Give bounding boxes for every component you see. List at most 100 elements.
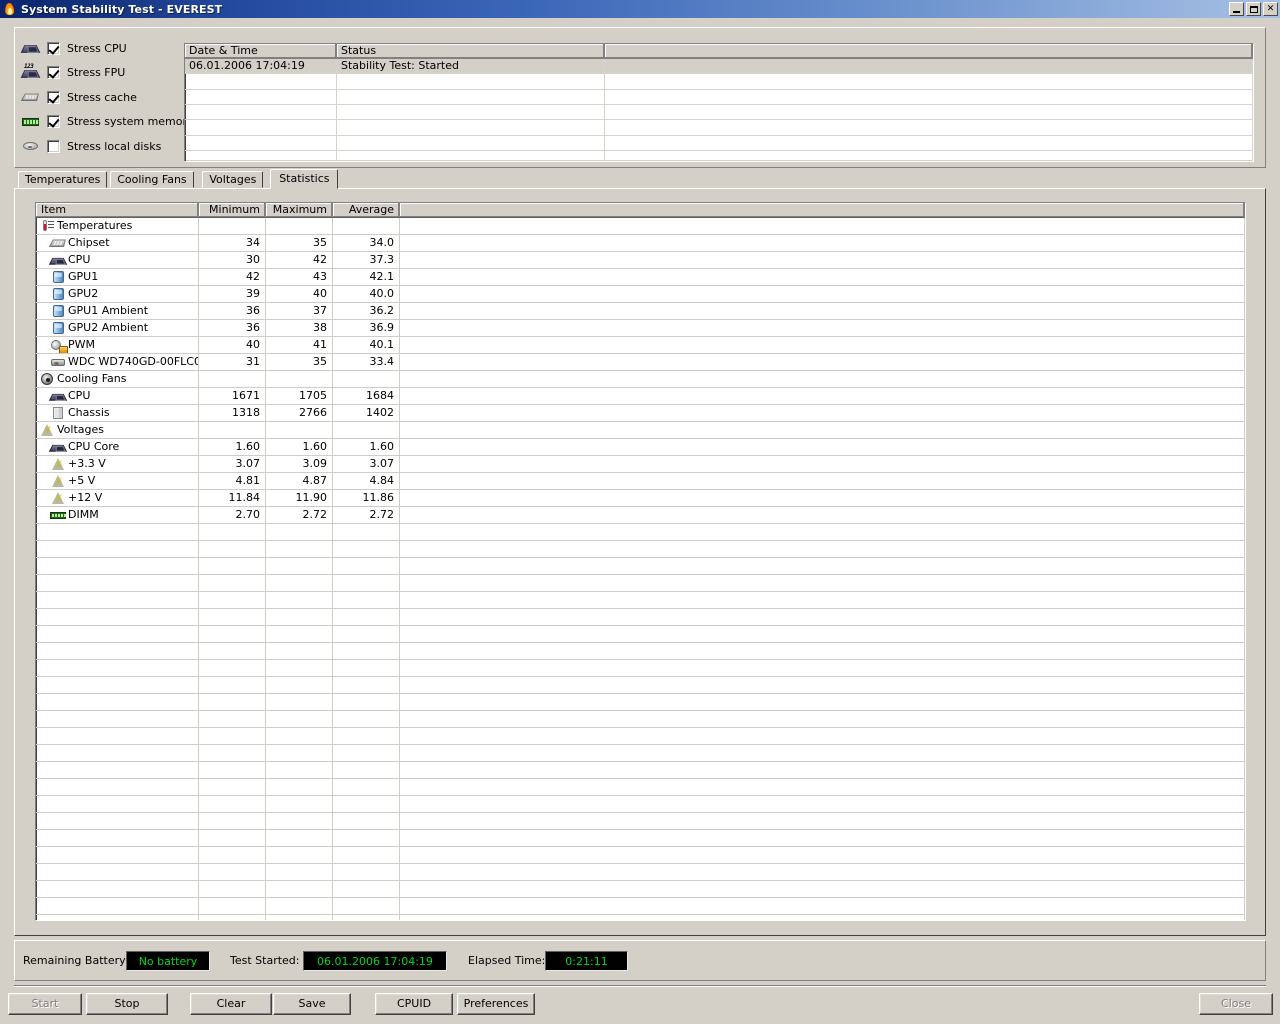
statistics-row[interactable]: GPU2 Ambient 36 38 36.9	[36, 320, 1245, 337]
log-col-blank[interactable]	[605, 44, 1253, 59]
statistics-row-empty[interactable]	[36, 558, 1245, 575]
statistics-row-empty[interactable]	[36, 813, 1245, 830]
stress-option-row[interactable]: Stress cache	[20, 85, 191, 110]
event-log-list[interactable]: Date & Time Status 06.01.2006 17:04:19 St…	[184, 43, 1254, 162]
statistics-cell-average	[333, 864, 400, 881]
statistics-row-empty[interactable]	[36, 898, 1245, 915]
statistics-row[interactable]: ⚡ +3.3 V 3.07 3.09 3.07	[36, 456, 1245, 473]
statistics-row-empty[interactable]	[36, 881, 1245, 898]
log-row-empty[interactable]	[185, 74, 1253, 90]
statistics-row-empty[interactable]	[36, 677, 1245, 694]
tab-voltages[interactable]: Voltages	[202, 171, 264, 188]
statistics-row-empty[interactable]	[36, 745, 1245, 762]
statistics-cell-average	[333, 779, 400, 796]
stress-option-row[interactable]: Stress CPU	[20, 36, 191, 61]
stress-option-checkbox[interactable]	[47, 41, 60, 55]
statistics-row-empty[interactable]	[36, 779, 1245, 796]
statistics-cell-blank	[400, 320, 1245, 337]
statistics-row[interactable]: ⚡ +5 V 4.81 4.87 4.84	[36, 473, 1245, 490]
statistics-cell-average: 33.4	[333, 354, 400, 371]
log-row-empty[interactable]	[185, 89, 1253, 105]
log-col-datetime[interactable]: Date & Time	[185, 44, 337, 59]
statistics-row-empty[interactable]	[36, 694, 1245, 711]
stop-button[interactable]: Stop	[86, 993, 168, 1015]
statistics-row-empty[interactable]	[36, 728, 1245, 745]
statistics-row[interactable]: PWM 40 41 40.1	[36, 337, 1245, 354]
statistics-grid[interactable]: Item Minimum Maximum Average Temperature…	[35, 202, 1246, 921]
minimize-button[interactable]	[1229, 2, 1244, 16]
stress-option-checkbox[interactable]	[47, 90, 60, 104]
gpu-icon	[50, 321, 67, 335]
log-cell-status	[337, 89, 605, 105]
log-row-empty[interactable]	[185, 104, 1253, 121]
statistics-row-empty[interactable]	[36, 541, 1245, 558]
statistics-row[interactable]: GPU1 Ambient 36 37 36.2	[36, 303, 1245, 320]
statistics-row[interactable]: GPU2 39 40 40.0	[36, 286, 1245, 303]
statistics-cell-average	[333, 541, 400, 558]
statistics-row[interactable]: WDC WD740GD-00FLC0 31 35 33.4	[36, 354, 1245, 371]
statistics-row-empty[interactable]	[36, 609, 1245, 626]
statistics-row[interactable]: CPU Core 1.60 1.60 1.60	[36, 439, 1245, 456]
cpuid-button[interactable]: CPUID	[375, 993, 453, 1015]
statistics-row-empty[interactable]	[36, 592, 1245, 609]
stress-option-row[interactable]: Stress system memory	[21, 110, 194, 135]
statistics-row-empty[interactable]	[36, 796, 1245, 813]
statistics-row-empty[interactable]	[36, 711, 1245, 728]
log-row-empty[interactable]	[185, 150, 1253, 161]
statistics-row[interactable]: Chassis 1318 2766 1402	[36, 405, 1245, 422]
statistics-cell-item	[36, 898, 199, 915]
statistics-row-empty[interactable]	[36, 762, 1245, 779]
hdd-icon	[50, 355, 67, 369]
statistics-row-empty[interactable]	[36, 575, 1245, 592]
tab-temperatures[interactable]: Temperatures	[18, 171, 108, 188]
statistics-cell-minimum	[199, 881, 266, 898]
statistics-row-empty[interactable]	[36, 643, 1245, 660]
statistics-cell-average	[333, 796, 400, 813]
statistics-cell-average: 36.9	[333, 320, 400, 337]
statistics-row-empty[interactable]	[36, 830, 1245, 847]
grid-col-average[interactable]: Average	[333, 203, 400, 218]
statistics-row[interactable]: Temperatures	[36, 218, 1245, 235]
log-row-empty[interactable]	[185, 120, 1253, 136]
preferences-button[interactable]: Preferences	[457, 993, 535, 1015]
grid-col-item[interactable]: Item	[36, 203, 199, 218]
stress-option-row[interactable]: 123 Stress FPU	[20, 61, 191, 86]
close-icon[interactable]: ✕	[1263, 2, 1278, 16]
statistics-cell-minimum: 39	[199, 286, 266, 303]
statistics-row[interactable]: CPU 30 42 37.3	[36, 252, 1245, 269]
statistics-row[interactable]: CPU 1671 1705 1684	[36, 388, 1245, 405]
tab-statistics[interactable]: Statistics	[270, 169, 339, 189]
statistics-row-empty[interactable]	[36, 660, 1245, 677]
log-row-empty[interactable]	[185, 135, 1253, 151]
statistics-row[interactable]: ⚡ +12 V 11.84 11.90 11.86	[36, 490, 1245, 507]
statistics-cell-maximum: 2.72	[266, 507, 333, 524]
statistics-row[interactable]: ⚡ Voltages	[36, 422, 1245, 439]
statistics-row-empty[interactable]	[36, 915, 1245, 920]
statistics-row[interactable]: Cooling Fans	[36, 371, 1245, 388]
log-col-status[interactable]: Status	[337, 44, 605, 59]
stress-option-checkbox[interactable]	[47, 115, 60, 129]
stress-option-row[interactable]: Stress local disks	[21, 134, 191, 159]
stress-option-checkbox[interactable]	[47, 66, 60, 80]
statistics-cell-average	[333, 711, 400, 728]
statistics-row-empty[interactable]	[36, 626, 1245, 643]
statistics-row[interactable]: GPU1 42 43 42.1	[36, 269, 1245, 286]
tab-cooling-fans[interactable]: Cooling Fans	[110, 171, 194, 188]
stress-option-checkbox[interactable]	[47, 139, 60, 153]
grid-col-blank[interactable]	[400, 203, 1245, 218]
title-bar: System Stability Test - EVEREST ✕	[0, 0, 1280, 18]
statistics-row[interactable]: DIMM 2.70 2.72 2.72	[36, 507, 1245, 524]
statistics-row-empty[interactable]	[36, 524, 1245, 541]
statistics-cell-average	[333, 847, 400, 864]
save-button[interactable]: Save	[273, 993, 351, 1015]
grid-col-maximum[interactable]: Maximum	[266, 203, 333, 218]
statistics-cell-minimum	[199, 626, 266, 643]
clear-button[interactable]: Clear	[190, 993, 272, 1015]
maximize-button[interactable]	[1246, 2, 1262, 16]
statistics-row[interactable]: Chipset 34 35 34.0	[36, 235, 1245, 252]
statistics-cell-blank	[400, 813, 1245, 830]
statistics-row-empty[interactable]	[36, 864, 1245, 881]
grid-col-minimum[interactable]: Minimum	[199, 203, 266, 218]
statistics-row-empty[interactable]	[36, 847, 1245, 864]
log-row[interactable]: 06.01.2006 17:04:19 Stability Test: Start…	[185, 59, 1253, 75]
